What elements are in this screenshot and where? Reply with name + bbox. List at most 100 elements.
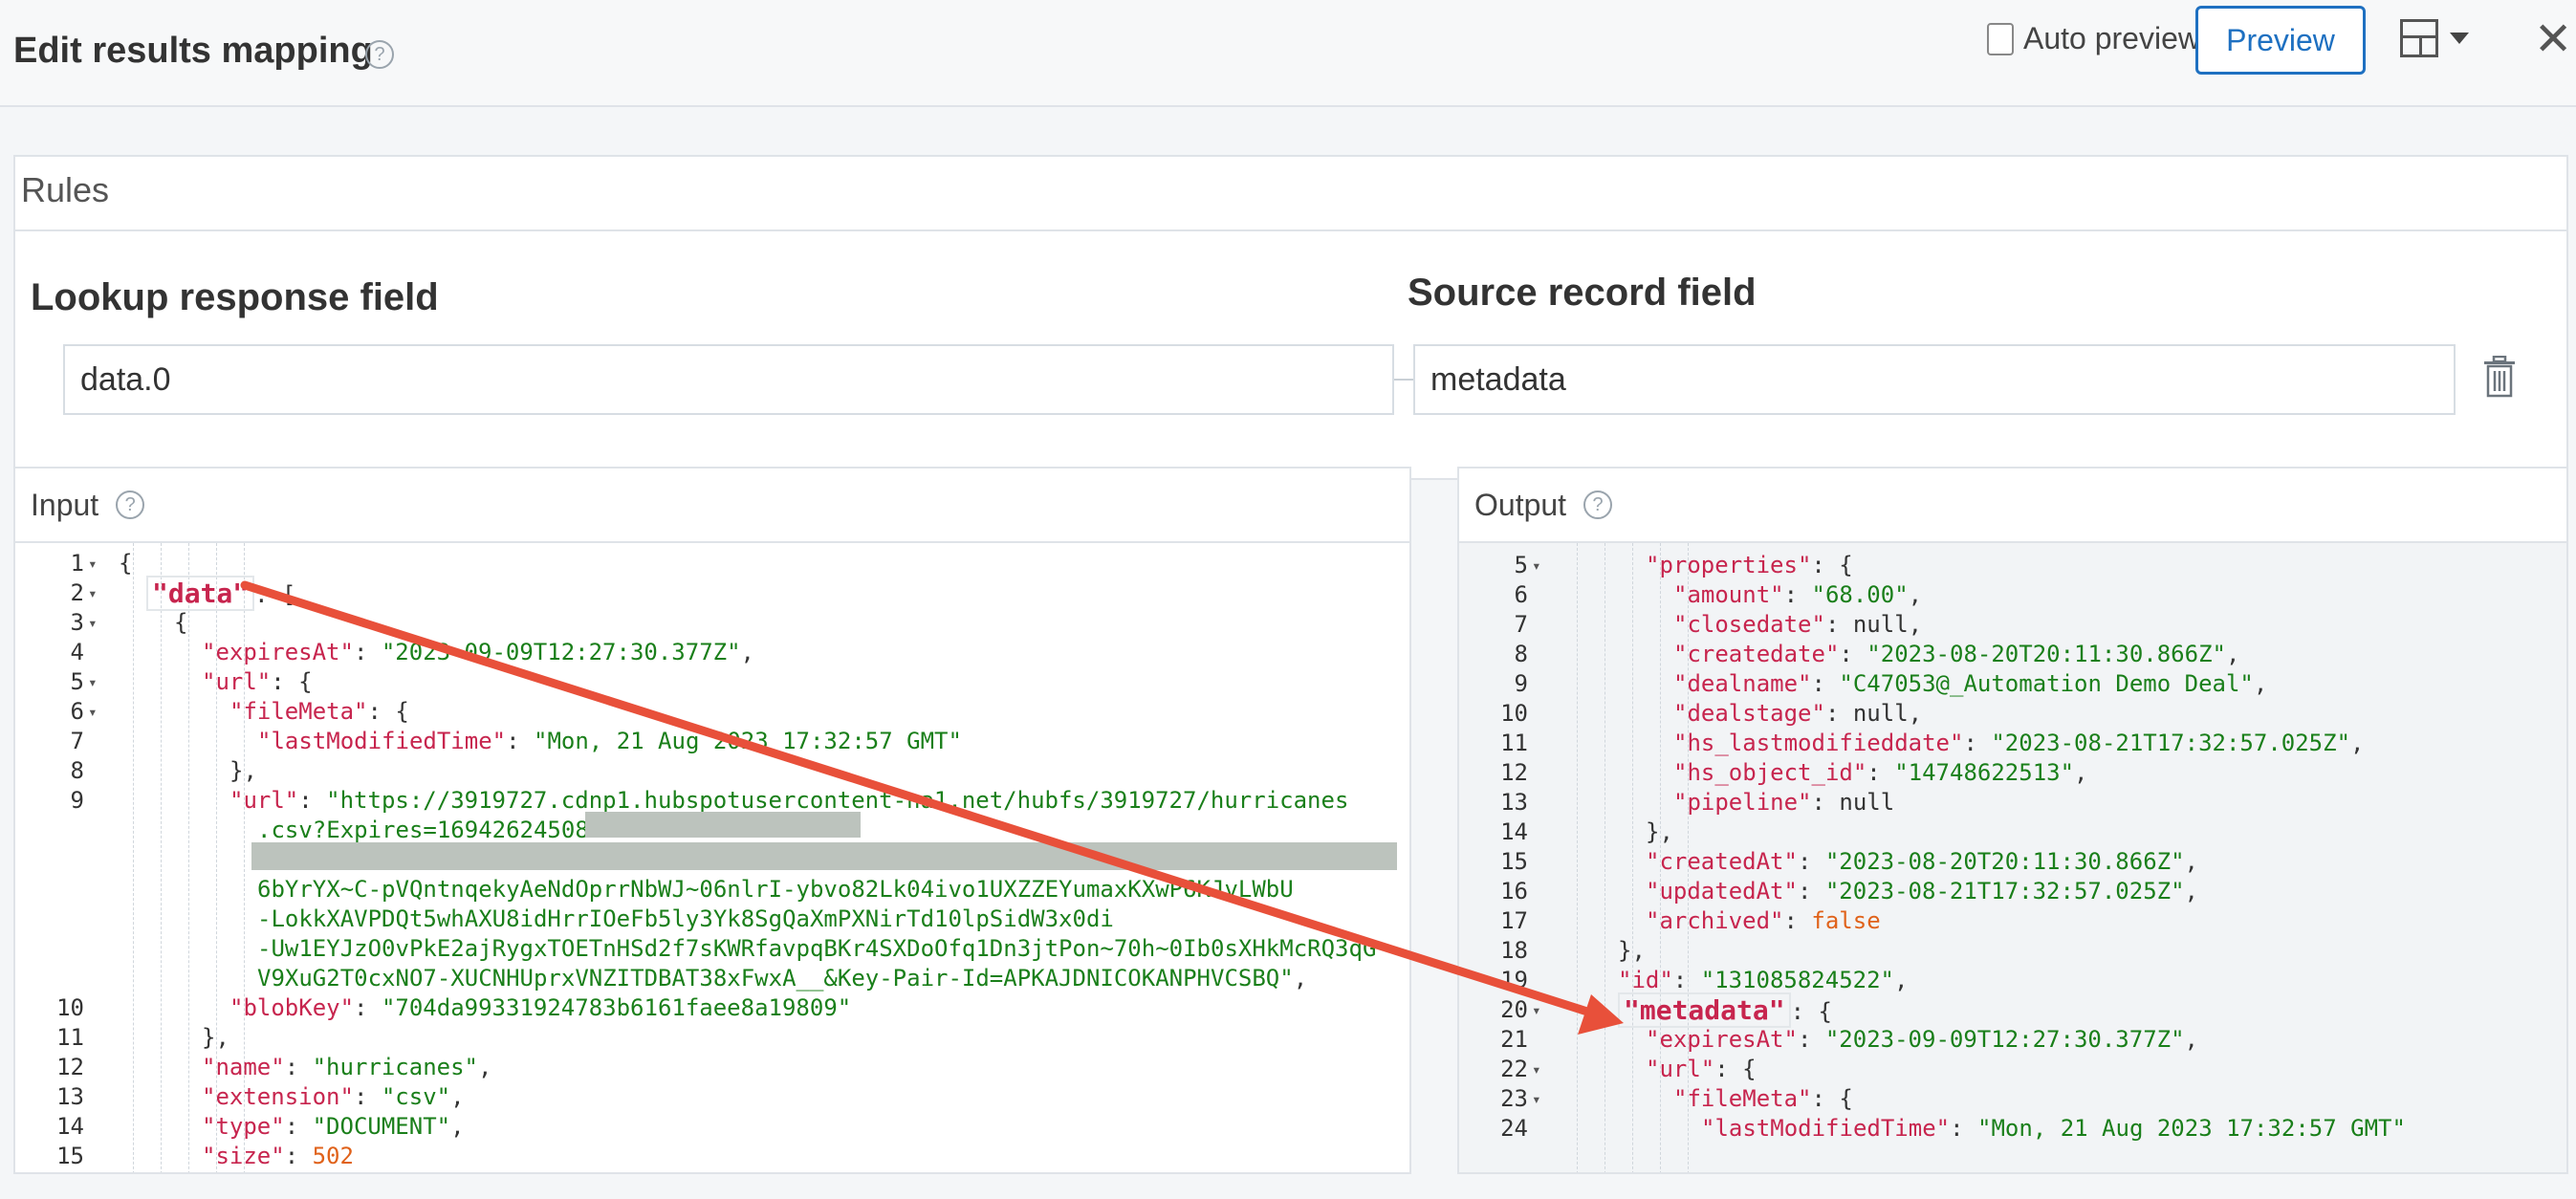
code-token: : bbox=[284, 1054, 313, 1080]
code-text: "properties": { bbox=[1646, 551, 1853, 580]
rules-card: Rules Lookup response field Source recor… bbox=[13, 155, 2568, 480]
fold-toggle-icon[interactable]: ▾ bbox=[88, 549, 98, 578]
code-token: : null, bbox=[1824, 611, 1923, 638]
json-key: "lastModifiedTime" bbox=[1701, 1115, 1951, 1142]
code-token: : { bbox=[1811, 1085, 1853, 1112]
code-text: "metadata": { bbox=[1618, 992, 1832, 1028]
fold-toggle-icon[interactable]: ▾ bbox=[1532, 995, 1541, 1025]
code-text: "name": "hurricanes", bbox=[202, 1053, 491, 1082]
json-string: "DOCUMENT" bbox=[312, 1113, 451, 1140]
input-panel-title: Input bbox=[31, 487, 99, 522]
auto-preview-toggle[interactable]: Auto preview bbox=[1987, 21, 2200, 56]
code-text: "expiresAt": "2023-09-09T12:27:30.377Z", bbox=[202, 638, 754, 667]
redacted-block bbox=[585, 812, 861, 838]
json-key: "archived" bbox=[1646, 907, 1784, 934]
code-line: 7 "lastModifiedTime": "Mon, 21 Aug 2023 1… bbox=[15, 727, 1409, 756]
fold-toggle-icon[interactable]: ▾ bbox=[88, 697, 98, 727]
code-text: "data": [ bbox=[146, 576, 296, 611]
line-number: 9 bbox=[70, 787, 84, 814]
code-token: : { bbox=[367, 698, 409, 725]
help-icon[interactable]: ? bbox=[1583, 490, 1613, 519]
code-text: }, bbox=[229, 756, 257, 786]
code-token: , bbox=[450, 1083, 465, 1110]
line-number: 10 bbox=[56, 994, 84, 1021]
json-key: "properties" bbox=[1646, 552, 1812, 578]
json-string: "704da99331924783b6161faee8a19809" bbox=[381, 994, 852, 1021]
fold-toggle-icon[interactable]: ▾ bbox=[88, 608, 98, 638]
code-token: }, bbox=[1618, 937, 1646, 964]
fold-toggle-icon[interactable]: ▾ bbox=[88, 578, 98, 608]
line-number: 15 bbox=[1500, 848, 1528, 875]
code-text: 6bYrYX~C-pVQntnqekyAeNdOprrNbWJ~06nlrI-y… bbox=[257, 875, 1294, 905]
line-number: 3 bbox=[70, 609, 84, 636]
code-text: "lastModifiedTime": "Mon, 21 Aug 2023 17… bbox=[257, 727, 962, 756]
line-number: 10 bbox=[1500, 700, 1528, 727]
code-line: 15 "size": 502 bbox=[15, 1142, 1409, 1171]
json-key: "url" bbox=[202, 668, 272, 695]
json-key: "url" bbox=[229, 787, 299, 814]
code-text: "url": { bbox=[202, 667, 313, 697]
fold-toggle-icon[interactable]: ▾ bbox=[1532, 1084, 1541, 1114]
layout-dropdown[interactable] bbox=[2400, 19, 2469, 57]
code-text: "hs_lastmodifieddate": "2023-08-21T17:32… bbox=[1673, 729, 2364, 758]
code-text: "extension": "csv", bbox=[202, 1082, 465, 1112]
input-panel: Input ? 1 ▾{2 ▾ "data": [3 ▾{4 "expiresAt": "… bbox=[13, 467, 1411, 1174]
line-number: 12 bbox=[1500, 759, 1528, 786]
code-token: , bbox=[2074, 759, 2088, 786]
code-line: 19 "id": "131085824522", bbox=[1459, 966, 2566, 995]
line-number: 11 bbox=[1500, 730, 1528, 756]
code-line: 5 ▾ "url": { bbox=[15, 667, 1409, 697]
input-panel-header: Input ? bbox=[15, 469, 1409, 543]
line-number: 14 bbox=[56, 1113, 84, 1140]
preview-button[interactable]: Preview bbox=[2195, 6, 2366, 75]
fold-toggle-icon[interactable]: ▾ bbox=[1532, 551, 1541, 580]
code-line: 17 "archived": false bbox=[1459, 906, 2566, 936]
output-panel-title: Output bbox=[1474, 487, 1567, 522]
fold-toggle-icon[interactable]: ▾ bbox=[1532, 1055, 1541, 1084]
code-line: 3 ▾ { bbox=[15, 608, 1409, 638]
code-line: 6bYrYX~C-pVQntnqekyAeNdOprrNbWJ~06nlrI-y… bbox=[15, 875, 1409, 905]
help-icon[interactable]: ? bbox=[116, 490, 145, 519]
code-token: : null bbox=[1811, 789, 1895, 816]
code-token: , bbox=[2184, 878, 2198, 905]
code-token: , bbox=[740, 639, 754, 665]
trash-icon[interactable] bbox=[2482, 356, 2517, 398]
code-token: : bbox=[1783, 907, 1812, 934]
line-number: 13 bbox=[56, 1083, 84, 1110]
line-number: 11 bbox=[56, 1024, 84, 1051]
line-number: 20 bbox=[1500, 996, 1528, 1023]
line-number: 18 bbox=[1500, 937, 1528, 964]
json-key: "updatedAt" bbox=[1646, 878, 1798, 905]
close-icon[interactable]: ✕ bbox=[2534, 17, 2572, 63]
line-number: 4 bbox=[70, 639, 84, 665]
code-token: : null, bbox=[1824, 700, 1923, 727]
json-string: "2023-08-21T17:32:57.025Z" bbox=[1991, 730, 2351, 756]
page-title: Edit results mapping ? bbox=[13, 31, 394, 72]
help-icon[interactable]: ? bbox=[365, 40, 394, 69]
fold-toggle-icon[interactable]: ▾ bbox=[88, 667, 98, 697]
source-record-field-input[interactable]: metadata bbox=[1413, 344, 2456, 415]
highlighted-key: "data" bbox=[146, 576, 255, 611]
code-text: "createdAt": "2023-08-20T20:11:30.866Z", bbox=[1646, 847, 2198, 877]
code-token: : bbox=[1950, 1115, 1977, 1142]
code-text: "pipeline": null bbox=[1673, 788, 1894, 818]
json-key: "amount" bbox=[1673, 581, 1784, 608]
json-key: "blobKey" bbox=[229, 994, 355, 1021]
code-token: : { bbox=[1714, 1056, 1757, 1082]
auto-preview-checkbox[interactable] bbox=[1987, 22, 2014, 55]
code-line: 9 "dealname": "C47053@_Automation Demo De… bbox=[1459, 669, 2566, 699]
lookup-response-field-input[interactable]: data.0 bbox=[63, 344, 1394, 415]
output-panel-header: Output ? bbox=[1459, 469, 2566, 543]
code-line: -Uw1EYJzO0vPkE2ajRygxTOETnHSd2f7sKWRfavp… bbox=[15, 934, 1409, 964]
code-line: -LokkXAVPDQt5whAXU8idHrrIOeFb5ly3Yk8SgQa… bbox=[15, 905, 1409, 934]
line-number: 15 bbox=[56, 1143, 84, 1169]
line-number: 8 bbox=[70, 757, 84, 784]
code-token: : bbox=[1783, 581, 1812, 608]
line-number: 1 bbox=[70, 550, 84, 577]
code-line: 12 "hs_object_id": "14748622513", bbox=[1459, 758, 2566, 788]
code-line: 24 "lastModifiedTime": "Mon, 21 Aug 2023 … bbox=[1459, 1114, 2566, 1144]
code-line: 18}, bbox=[1459, 936, 2566, 966]
code-token: { bbox=[119, 550, 133, 577]
code-token: : { bbox=[271, 668, 313, 695]
line-number: 8 bbox=[1514, 641, 1528, 667]
